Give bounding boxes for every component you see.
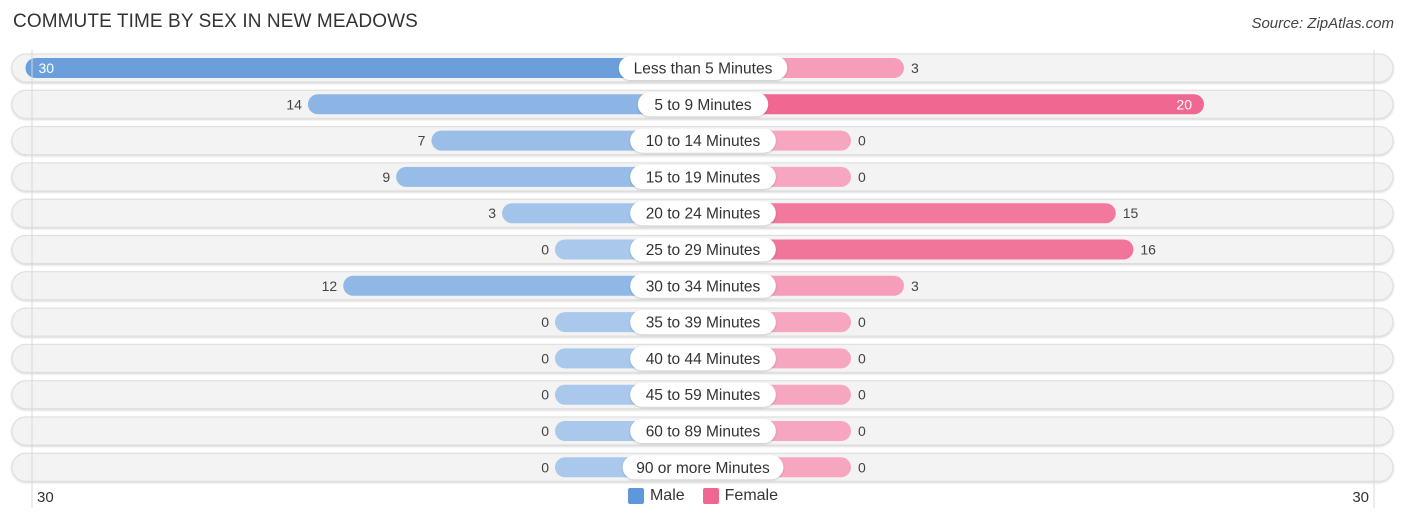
category-label: 25 to 29 Minutes: [646, 242, 761, 259]
value-label-male: 0: [541, 423, 549, 439]
chart-canvas: Less than 5 Minutes30 35 to 9 Minutes14 20…: [11, 50, 1394, 508]
category-label: Less than 5 Minutes: [634, 61, 773, 78]
category-label: 35 to 39 Minutes: [646, 315, 761, 332]
value-label-male: 0: [541, 350, 549, 366]
category-label: 90 or more Minutes: [636, 460, 770, 477]
value-label-female: 3: [911, 278, 919, 294]
value-label-male: 7: [418, 133, 426, 149]
bar-female[interactable]: [703, 94, 1204, 115]
category-label: 45 to 59 Minutes: [646, 387, 761, 404]
category-label: 60 to 89 Minutes: [646, 424, 761, 441]
chart-row: 30 to 34 Minutes 12 3: [11, 271, 1394, 301]
category-label: 5 to 9 Minutes: [654, 97, 752, 114]
chart-row: Less than 5 Minutes 30 3: [11, 53, 1394, 83]
value-label-male: 30: [39, 60, 55, 76]
legend-label-female: Female: [724, 487, 779, 504]
chart-row: 25 to 29 Minutes 0 16: [11, 235, 1394, 264]
chart-row: 45 to 59 Minutes 0 0: [11, 380, 1394, 410]
category-label: 40 to 44 Minutes: [646, 351, 761, 368]
value-label-female: 0: [858, 169, 866, 185]
chart-row: 40 to 44 Minutes 0 0: [11, 343, 1394, 373]
value-label-male: 3: [488, 205, 496, 221]
value-label-male: 0: [541, 459, 549, 475]
chart-row: 60 to 89 Minutes 0 0: [11, 416, 1394, 446]
bar-male[interactable]: [25, 58, 704, 78]
value-label-male: 0: [541, 314, 549, 330]
chart-row: 90 or more Minutes 0 0: [11, 452, 1394, 482]
value-label-female: 0: [858, 387, 866, 403]
legend-label-male: Male: [649, 487, 685, 504]
value-label-male: 12: [322, 278, 338, 294]
value-label-female: 16: [1140, 242, 1156, 258]
category-label: 20 to 24 Minutes: [646, 206, 761, 223]
value-label-female: 0: [858, 314, 866, 330]
category-label: 10 to 14 Minutes: [646, 133, 761, 150]
category-label: 15 to 19 Minutes: [646, 169, 761, 186]
category-label: 30 to 34 Minutes: [646, 278, 761, 295]
chart-row: 20 to 24 Minutes 3 15: [11, 198, 1394, 228]
chart-row: 15 to 19 Minutes 9 0: [11, 162, 1394, 192]
value-label-female: 3: [911, 60, 919, 76]
chart-row: 5 to 9 Minutes 14 20: [11, 89, 1394, 119]
legend-swatch-male: [627, 488, 644, 504]
value-label-female: 20: [1176, 96, 1192, 112]
value-label-female: 0: [858, 133, 866, 149]
legend: Male Female: [0, 487, 1406, 505]
value-label-female: 0: [858, 423, 866, 439]
chart-row: 35 to 39 Minutes 0 0: [11, 307, 1394, 337]
value-label-female: 15: [1123, 205, 1139, 221]
chart-row: 10 to 14 Minutes 7 0: [11, 126, 1394, 156]
value-label-male: 9: [382, 169, 390, 185]
value-label-male: 14: [286, 96, 302, 112]
value-label-female: 0: [858, 459, 866, 475]
value-label-male: 0: [541, 242, 549, 258]
legend-swatch-female: [702, 488, 719, 504]
value-label-female: 0: [858, 350, 866, 366]
legend-item-male[interactable]: Male: [627, 487, 685, 505]
value-label-male: 0: [541, 387, 549, 403]
legend-item-female[interactable]: Female: [702, 487, 779, 505]
